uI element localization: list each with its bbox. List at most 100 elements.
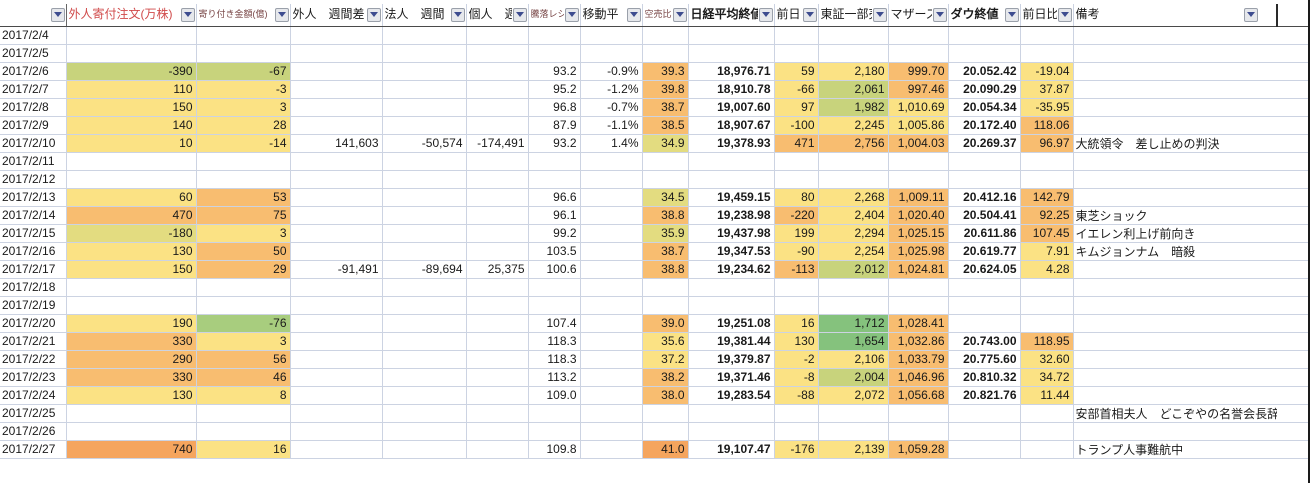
filter-dropdown-ts[interactable]	[873, 8, 887, 22]
cell-c2[interactable]: 3	[196, 224, 290, 242]
cell-nk[interactable]: 18,910.78	[688, 80, 774, 98]
filter-dropdown-c2[interactable]	[275, 8, 289, 22]
cell-c1[interactable]: 330	[66, 332, 196, 350]
cell-c1[interactable]: 150	[66, 98, 196, 116]
cell-rt[interactable]: 87.9	[528, 116, 580, 134]
filter-dropdown-zj[interactable]	[803, 8, 817, 22]
cell-ko[interactable]	[466, 188, 528, 206]
cell-gai[interactable]	[290, 404, 382, 422]
cell-ts[interactable]: 2,254	[818, 242, 888, 260]
cell-bk[interactable]	[1073, 116, 1277, 134]
cell-ts[interactable]	[818, 296, 888, 314]
cell-date[interactable]: 2017/2/8	[0, 98, 66, 116]
cell-c2[interactable]: 28	[196, 116, 290, 134]
cell-ks[interactable]: 34.9	[642, 134, 688, 152]
cell-ts[interactable]: 2,004	[818, 368, 888, 386]
cell-ma[interactable]	[580, 422, 642, 440]
cell-ma[interactable]	[580, 296, 642, 314]
cell-hou[interactable]	[382, 80, 466, 98]
cell-ko[interactable]	[466, 116, 528, 134]
cell-ma[interactable]	[580, 170, 642, 188]
cell-dw[interactable]: 20.810.32	[948, 368, 1020, 386]
cell-hou[interactable]	[382, 422, 466, 440]
cell-dd[interactable]: 107.45	[1020, 224, 1073, 242]
cell-bk[interactable]	[1073, 188, 1277, 206]
cell-ks[interactable]: 38.2	[642, 368, 688, 386]
cell-date[interactable]: 2017/2/14	[0, 206, 66, 224]
cell-rt[interactable]: 103.5	[528, 242, 580, 260]
cell-bk[interactable]	[1073, 26, 1277, 44]
cell-hou[interactable]	[382, 26, 466, 44]
cell-ko[interactable]	[466, 404, 528, 422]
cell-gai[interactable]	[290, 296, 382, 314]
cell-dw[interactable]	[948, 314, 1020, 332]
cell-hou[interactable]	[382, 170, 466, 188]
cell-rt[interactable]: 109.8	[528, 440, 580, 458]
cell-c1[interactable]: -390	[66, 62, 196, 80]
cell-zj[interactable]: -8	[774, 368, 818, 386]
cell-bk[interactable]: トランプ人事難航中	[1073, 440, 1277, 458]
cell-ko[interactable]	[466, 332, 528, 350]
cell-ko[interactable]	[466, 98, 528, 116]
cell-bk[interactable]	[1073, 278, 1277, 296]
cell-mz[interactable]: 1,025.15	[888, 224, 948, 242]
cell-bk[interactable]	[1073, 332, 1277, 350]
filter-dropdown-ko[interactable]	[513, 8, 527, 22]
cell-rt[interactable]: 93.2	[528, 62, 580, 80]
cell-dw[interactable]	[948, 152, 1020, 170]
cell-ks[interactable]: 39.8	[642, 80, 688, 98]
cell-gai[interactable]	[290, 206, 382, 224]
cell-c1[interactable]: 130	[66, 242, 196, 260]
cell-date[interactable]: 2017/2/15	[0, 224, 66, 242]
cell-ks[interactable]	[642, 170, 688, 188]
cell-hou[interactable]	[382, 62, 466, 80]
cell-dd[interactable]: -19.04	[1020, 62, 1073, 80]
cell-c1[interactable]: 190	[66, 314, 196, 332]
cell-bk[interactable]	[1073, 170, 1277, 188]
cell-dd[interactable]: 92.25	[1020, 206, 1073, 224]
cell-c2[interactable]	[196, 152, 290, 170]
cell-ts[interactable]	[818, 170, 888, 188]
cell-gai[interactable]	[290, 386, 382, 404]
cell-hou[interactable]	[382, 188, 466, 206]
cell-c2[interactable]: 46	[196, 368, 290, 386]
cell-rt[interactable]: 99.2	[528, 224, 580, 242]
cell-mz[interactable]: 1,046.96	[888, 368, 948, 386]
cell-c1[interactable]	[66, 278, 196, 296]
cell-bk[interactable]	[1073, 44, 1277, 62]
cell-rt[interactable]: 109.0	[528, 386, 580, 404]
cell-c2[interactable]: 3	[196, 332, 290, 350]
cell-c1[interactable]: 130	[66, 386, 196, 404]
cell-ko[interactable]	[466, 350, 528, 368]
cell-rt[interactable]: 95.2	[528, 80, 580, 98]
cell-date[interactable]: 2017/2/11	[0, 152, 66, 170]
cell-rt[interactable]: 93.2	[528, 134, 580, 152]
cell-hou[interactable]	[382, 98, 466, 116]
cell-ma[interactable]: -1.1%	[580, 116, 642, 134]
cell-zj[interactable]: 80	[774, 188, 818, 206]
cell-dw[interactable]: 20.054.34	[948, 98, 1020, 116]
cell-ks[interactable]	[642, 26, 688, 44]
cell-date[interactable]: 2017/2/26	[0, 422, 66, 440]
cell-date[interactable]: 2017/2/12	[0, 170, 66, 188]
cell-dw[interactable]	[948, 422, 1020, 440]
cell-rt[interactable]	[528, 422, 580, 440]
cell-gai[interactable]	[290, 224, 382, 242]
cell-dd[interactable]: 11.44	[1020, 386, 1073, 404]
cell-ma[interactable]	[580, 386, 642, 404]
cell-nk[interactable]: 19,379.87	[688, 350, 774, 368]
cell-hou[interactable]	[382, 368, 466, 386]
cell-gai[interactable]: -91,491	[290, 260, 382, 278]
cell-hou[interactable]	[382, 404, 466, 422]
cell-ts[interactable]	[818, 404, 888, 422]
cell-date[interactable]: 2017/2/27	[0, 440, 66, 458]
cell-ts[interactable]: 2,268	[818, 188, 888, 206]
cell-mz[interactable]	[888, 170, 948, 188]
filter-dropdown-ma[interactable]	[627, 8, 641, 22]
cell-hou[interactable]	[382, 314, 466, 332]
filter-dropdown-gai[interactable]	[367, 8, 381, 22]
cell-dd[interactable]	[1020, 26, 1073, 44]
cell-hou[interactable]	[382, 206, 466, 224]
cell-ko[interactable]	[466, 44, 528, 62]
cell-ko[interactable]	[466, 440, 528, 458]
